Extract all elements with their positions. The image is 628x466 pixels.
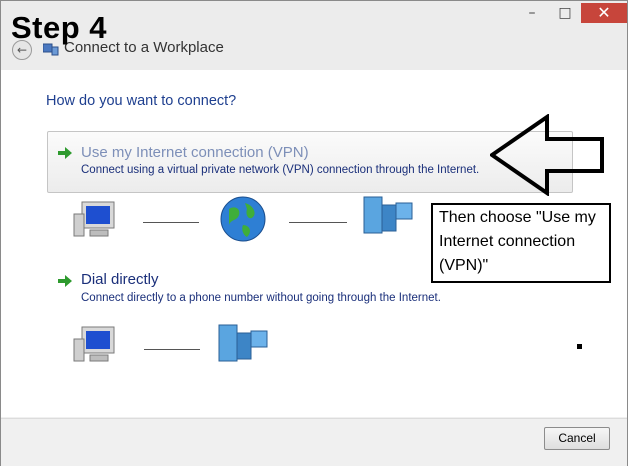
step-label: Step 4: [11, 10, 108, 45]
option-dial-title[interactable]: Dial directly: [81, 271, 159, 288]
globe-icon: [220, 196, 266, 242]
stray-mark: [577, 344, 582, 349]
option-vpn-title: Use my Internet connection (VPN): [81, 144, 309, 161]
close-button[interactable]: ✕: [581, 3, 627, 23]
green-arrow-icon: [58, 147, 72, 159]
button-bar: [1, 418, 627, 466]
workplace-network-icon: [363, 196, 413, 234]
option-dial-description: Connect directly to a phone number witho…: [81, 292, 441, 304]
connection-line: [289, 222, 347, 223]
connection-line: [144, 349, 200, 350]
annotation-callout: Then choose "Use my Internet connection …: [431, 203, 611, 283]
workplace-network-icon: [218, 324, 268, 362]
connection-line: [143, 222, 199, 223]
maximize-button[interactable]: □: [552, 3, 578, 23]
computer-icon: [73, 326, 115, 362]
annotation-arrow: [490, 114, 604, 196]
green-arrow-icon: [58, 275, 72, 287]
page-question: How do you want to connect?: [46, 93, 237, 109]
minimize-button[interactable]: –: [519, 3, 545, 23]
cancel-button[interactable]: Cancel: [544, 427, 610, 450]
option-vpn-description: Connect using a virtual private network …: [81, 164, 480, 176]
computer-icon: [73, 201, 115, 237]
